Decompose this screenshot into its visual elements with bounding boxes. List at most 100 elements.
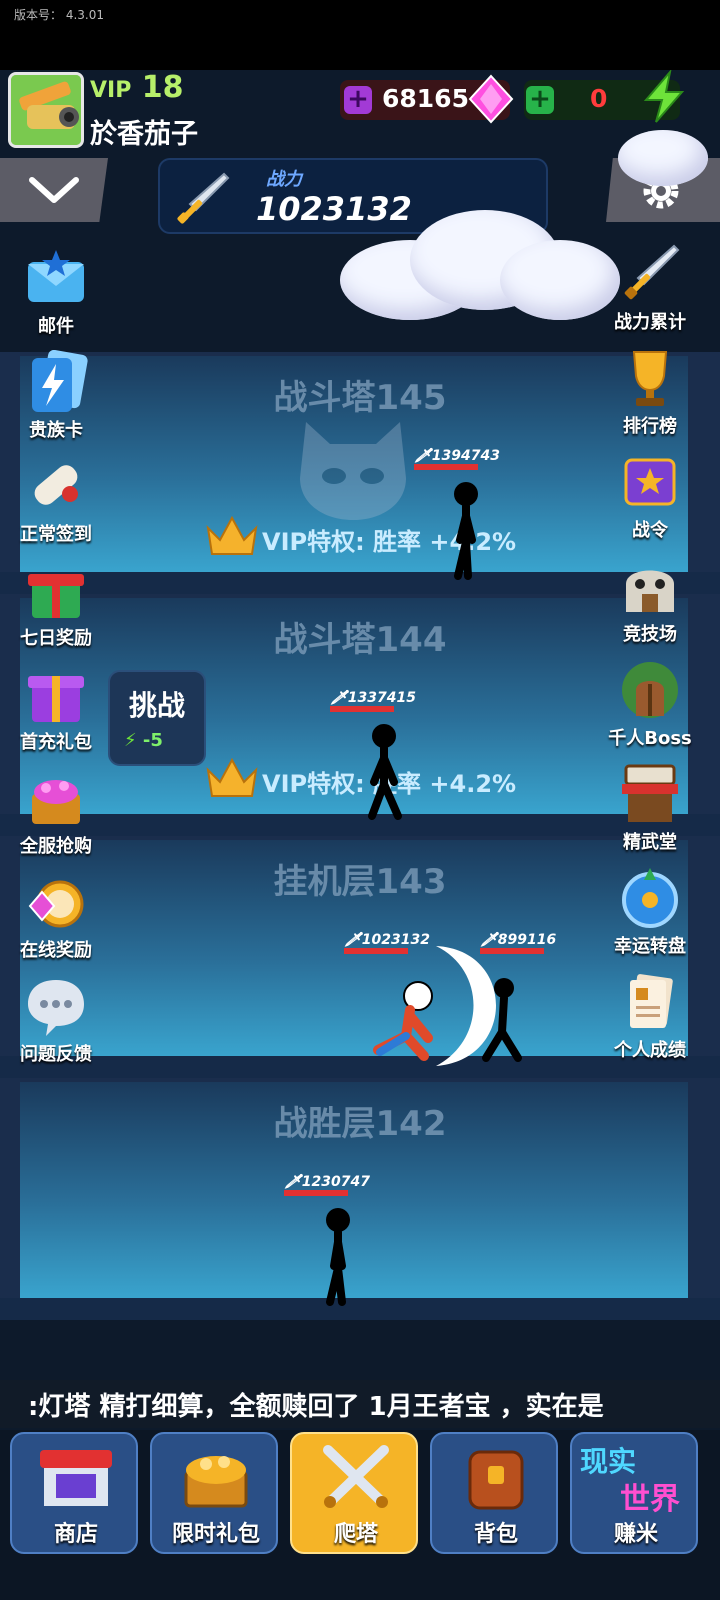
challenge-label: 挑战 bbox=[128, 689, 185, 722]
stickman-enemy-icon bbox=[326, 1208, 350, 1306]
sidebar-item-feedback[interactable]: 问题反馈 bbox=[6, 974, 106, 1066]
sidebar-item-label: 问题反馈 bbox=[20, 1044, 92, 1065]
gem-count: 68165 bbox=[382, 84, 469, 113]
enemy-145[interactable]: 🗡1394743 bbox=[414, 448, 500, 470]
sword-icon bbox=[177, 172, 230, 224]
version-text: 版本号： 4.3.01 bbox=[14, 8, 104, 22]
nav-label: 背包 bbox=[473, 1522, 518, 1547]
arena-icon bbox=[618, 554, 682, 618]
sword-icon bbox=[618, 242, 682, 306]
sidebar-item-personal-record[interactable]: 个人成绩 bbox=[600, 970, 700, 1062]
sidebar-item-arena[interactable]: 竞技场 bbox=[600, 554, 700, 646]
sidebar-item-label: 精武堂 bbox=[623, 832, 677, 853]
enemy-142[interactable]: 🗡1230747 bbox=[284, 1174, 370, 1196]
treasure-icon bbox=[24, 766, 88, 830]
sidebar-item-label: 千人Boss bbox=[608, 728, 692, 749]
nav-limited-gift[interactable]: 限时礼包 bbox=[150, 1432, 278, 1554]
battle-slash-effect bbox=[373, 946, 522, 1066]
nav-label: 爬塔 bbox=[333, 1522, 378, 1547]
sidebar-item-label: 全服抢购 bbox=[20, 836, 92, 857]
boss-door-icon bbox=[618, 658, 682, 722]
username: 於香茄子 bbox=[90, 119, 198, 150]
sidebar-item-leaderboard[interactable]: 排行榜 bbox=[600, 346, 700, 438]
nav-earn[interactable]: 现实 世界 赚米 bbox=[570, 1432, 698, 1554]
nav-shop[interactable]: 商店 bbox=[10, 1432, 138, 1554]
enemy-hp-bar bbox=[414, 464, 478, 470]
sidebar-item-label: 排行榜 bbox=[623, 416, 677, 437]
sidebar-item-online-reward[interactable]: 在线奖励 bbox=[6, 870, 106, 962]
shop-icon bbox=[12, 1442, 140, 1526]
sidebar-item-battle-pass[interactable]: 战令 bbox=[600, 450, 700, 542]
sidebar-item-first-charge[interactable]: 首充礼包 bbox=[6, 662, 106, 754]
sidebar-item-label: 首充礼包 bbox=[20, 732, 92, 753]
sidebar-item-label: 竞技场 bbox=[623, 624, 677, 645]
vip-number: 18 bbox=[141, 70, 184, 105]
crown-icon bbox=[206, 515, 258, 555]
chat-icon bbox=[24, 974, 88, 1038]
sidebar-item-noble-card[interactable]: 贵族卡 bbox=[6, 349, 106, 442]
enemy-144[interactable]: 🗡1337415 bbox=[330, 690, 416, 712]
lightning-icon bbox=[643, 70, 685, 123]
nav-label: 限时礼包 bbox=[171, 1522, 260, 1547]
expand-menu-button[interactable] bbox=[0, 158, 108, 222]
boss-emblem-icon bbox=[300, 422, 406, 520]
nav-backpack[interactable]: 背包 bbox=[430, 1432, 558, 1554]
energy-count: 0 bbox=[590, 84, 608, 113]
stickman-enemy-icon bbox=[368, 724, 402, 820]
real-world-badge-bottom: 世界 bbox=[620, 1482, 680, 1517]
nav-label: 商店 bbox=[53, 1522, 98, 1547]
sidebar-item-mail[interactable]: 邮件 bbox=[6, 246, 106, 338]
avatar[interactable] bbox=[8, 72, 84, 148]
enemy-power-value: 1337415 bbox=[347, 690, 416, 706]
crown-icon bbox=[206, 757, 258, 797]
sidebar-item-server-sale[interactable]: 全服抢购 bbox=[6, 766, 106, 858]
enemy-hp-bar bbox=[284, 1190, 348, 1196]
sidebar-item-label: 在线奖励 bbox=[20, 940, 92, 961]
pea-shooter-icon bbox=[11, 75, 81, 145]
sidebar-item-label: 幸运转盘 bbox=[614, 936, 686, 957]
status-bar bbox=[0, 0, 720, 70]
sidebar-item-seven-day[interactable]: 七日奖励 bbox=[6, 558, 106, 650]
nav-tower[interactable]: 爬塔 bbox=[290, 1432, 418, 1554]
giftbox-icon bbox=[24, 662, 88, 726]
trophy-icon bbox=[618, 346, 682, 410]
enemy-hp-bar bbox=[330, 706, 394, 712]
sidebar-item-boss[interactable]: 千人Boss bbox=[600, 658, 700, 750]
sidebar-item-label: 正常签到 bbox=[20, 524, 92, 545]
noble-card-icon bbox=[24, 349, 88, 414]
sidebar-item-label: 邮件 bbox=[38, 316, 74, 337]
enemy-power-value: 1394743 bbox=[431, 448, 500, 464]
sidebar-item-label: 个人成绩 bbox=[614, 1040, 686, 1061]
crossed-swords-icon bbox=[292, 1442, 420, 1526]
gift-icon bbox=[24, 558, 88, 622]
book-icon bbox=[618, 450, 682, 514]
sidebar-item-signin[interactable]: 正常签到 bbox=[6, 454, 106, 546]
vip-level: VIP 18 bbox=[90, 70, 184, 105]
ticker-text: :灯塔 精打细算，全额赎回了 1月王者宝 ，实在是 bbox=[28, 1392, 604, 1422]
gem-icon bbox=[468, 74, 514, 124]
add-energy-button[interactable]: + bbox=[526, 86, 554, 114]
vip-label: VIP bbox=[90, 78, 132, 103]
challenge-cost-value: -5 bbox=[142, 730, 163, 751]
lightning-icon: ⚡ bbox=[124, 730, 137, 751]
sidebar-item-dojo[interactable]: 精武堂 bbox=[600, 762, 700, 854]
stickman-enemy-icon bbox=[454, 482, 478, 580]
floor-title: 战胜层142 bbox=[273, 1104, 447, 1144]
sidebar-item-label: 战令 bbox=[632, 520, 668, 541]
power-label: 战力 bbox=[266, 169, 302, 190]
mail-icon bbox=[24, 246, 88, 310]
cloud-decoration bbox=[320, 200, 620, 330]
sidebar-item-lucky-wheel[interactable]: 幸运转盘 bbox=[600, 866, 700, 958]
stopwatch-icon bbox=[24, 870, 88, 934]
sidebar-item-power-accum[interactable]: 战力累计 bbox=[600, 242, 700, 334]
cloud-decoration-top bbox=[618, 120, 720, 186]
enemy-power-label: 🗡1230747 bbox=[284, 1174, 370, 1190]
enemy-power-value: 1230747 bbox=[301, 1174, 370, 1190]
add-gems-button[interactable]: + bbox=[344, 86, 372, 114]
sidebar-item-label: 贵族卡 bbox=[29, 420, 83, 441]
enemy-power-label: 🗡1394743 bbox=[414, 448, 500, 464]
nav-label: 赚米 bbox=[613, 1522, 658, 1547]
chest-icon bbox=[152, 1442, 280, 1526]
sidebar-item-label: 战力累计 bbox=[614, 312, 686, 333]
enemy-power-label: 🗡1337415 bbox=[330, 690, 416, 706]
